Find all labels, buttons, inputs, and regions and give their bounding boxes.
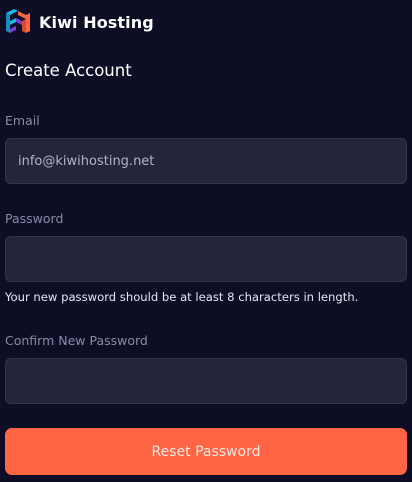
email-field[interactable]	[5, 138, 407, 184]
email-label: Email	[5, 113, 40, 128]
confirm-password-field[interactable]	[5, 358, 407, 404]
confirm-password-label: Confirm New Password	[5, 333, 148, 348]
brand-name: Kiwi Hosting	[39, 12, 154, 32]
password-helper-text: Your new password should be at least 8 c…	[5, 290, 359, 304]
kiwi-hosting-logo-icon	[6, 9, 30, 33]
page-title: Create Account	[5, 61, 132, 80]
brand[interactable]: Kiwi Hosting	[5, 9, 154, 35]
password-field[interactable]	[5, 236, 407, 282]
reset-password-button[interactable]: Reset Password	[5, 428, 407, 475]
password-label: Password	[5, 211, 64, 226]
